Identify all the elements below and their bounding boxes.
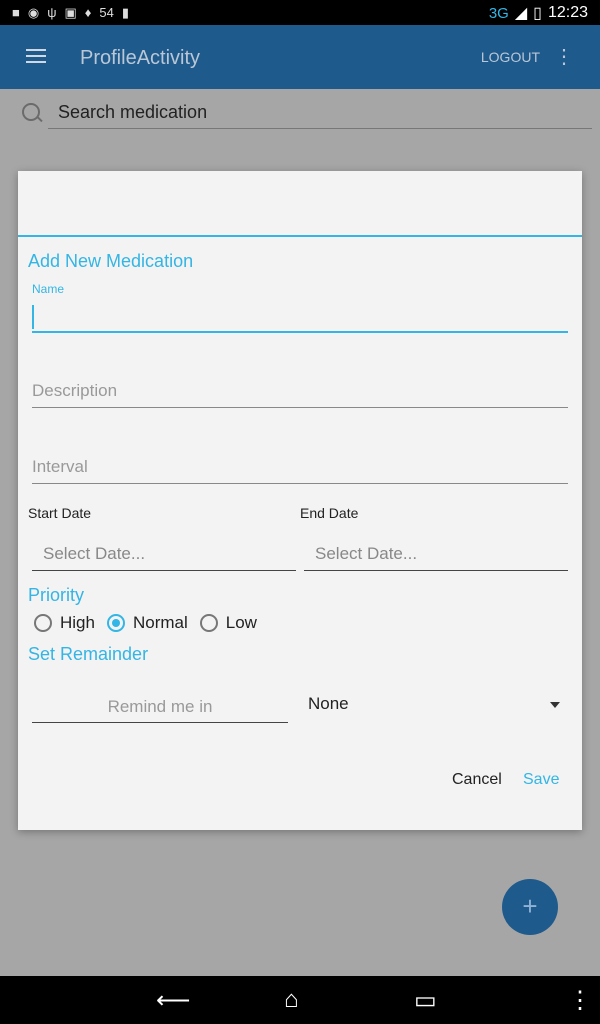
dialog-header <box>18 171 582 237</box>
gift-icon: ▣ <box>64 5 77 20</box>
page-title: ProfileActivity <box>80 47 201 69</box>
priority-heading: Priority <box>28 585 85 605</box>
end-date-picker[interactable]: Select Date... <box>304 539 568 571</box>
search-input[interactable]: Search medication <box>48 97 592 129</box>
add-medication-dialog: Add New Medication Name Description Inte… <box>18 171 582 830</box>
reminder-select-value: None <box>308 694 349 713</box>
clock: 12:23 <box>547 4 588 21</box>
bars-icon: ▮ <box>121 5 130 20</box>
status-bar: ■ ◉ ψ ▣ ♦ 54 ▮ 3G ◢ ▯ 12:23 <box>0 0 600 25</box>
end-date-label: End Date <box>300 505 359 521</box>
badge-54: 54 <box>99 5 114 20</box>
start-date-label: Start Date <box>28 505 92 521</box>
save-button[interactable]: Save <box>523 771 559 789</box>
app-toolbar: ProfileActivity LOGOUT ⋮ <box>0 25 600 89</box>
priority-low-label[interactable]: Low <box>226 613 257 633</box>
dialog-title: Add New Medication <box>28 251 194 271</box>
name-field[interactable] <box>32 301 568 333</box>
search-bar: Search medication <box>0 89 600 149</box>
priority-low-radio[interactable] <box>199 614 218 632</box>
set-reminder-heading: Set Remainder <box>28 644 149 664</box>
reminder-unit-select[interactable]: None <box>308 687 568 721</box>
interval-field[interactable]: Interval <box>32 452 568 484</box>
description-field[interactable]: Description <box>32 376 568 408</box>
status-right: 3G ◢ ▯ 12:23 <box>489 3 588 23</box>
priority-high-radio[interactable] <box>34 614 52 632</box>
start-date-picker[interactable]: Select Date... <box>32 539 296 571</box>
logout-button[interactable]: LOGOUT <box>481 49 540 65</box>
back-icon[interactable]: ⟵ <box>156 986 190 1015</box>
add-medication-fab[interactable]: + <box>502 879 558 935</box>
priority-normal-radio[interactable] <box>106 614 125 632</box>
cancel-button[interactable]: Cancel <box>452 771 502 789</box>
recent-apps-icon[interactable]: ▭ <box>414 986 437 1015</box>
signal-icon: ◢ <box>514 5 528 22</box>
priority-normal-label[interactable]: Normal <box>133 613 188 633</box>
usb-icon: ψ <box>47 5 57 20</box>
remind-me-in-field[interactable]: Remind me in <box>32 691 288 723</box>
f-icon: ■ <box>12 5 20 20</box>
twitter-icon: ♦ <box>84 5 92 20</box>
navigation-bar: ⟵ ⌂ ▭ ⋮ <box>0 976 600 1024</box>
name-label: Name <box>32 282 65 296</box>
battery-icon: ▯ <box>533 5 542 22</box>
priority-radio-group: High Normal Low <box>34 613 269 633</box>
home-icon[interactable]: ⌂ <box>284 986 299 1014</box>
dropdown-arrow-icon <box>550 702 560 708</box>
notification-icons: ■ ◉ ψ ▣ ♦ 54 ▮ <box>12 5 129 21</box>
overflow-menu-icon[interactable]: ⋮ <box>554 47 574 67</box>
network-label: 3G <box>488 4 509 22</box>
messenger-icon: ◉ <box>27 5 40 20</box>
text-cursor <box>32 304 34 329</box>
nav-overflow-icon[interactable]: ⋮ <box>568 986 592 1015</box>
search-icon <box>22 103 40 121</box>
priority-high-label[interactable]: High <box>60 613 95 633</box>
hamburger-menu-icon[interactable] <box>26 49 46 67</box>
